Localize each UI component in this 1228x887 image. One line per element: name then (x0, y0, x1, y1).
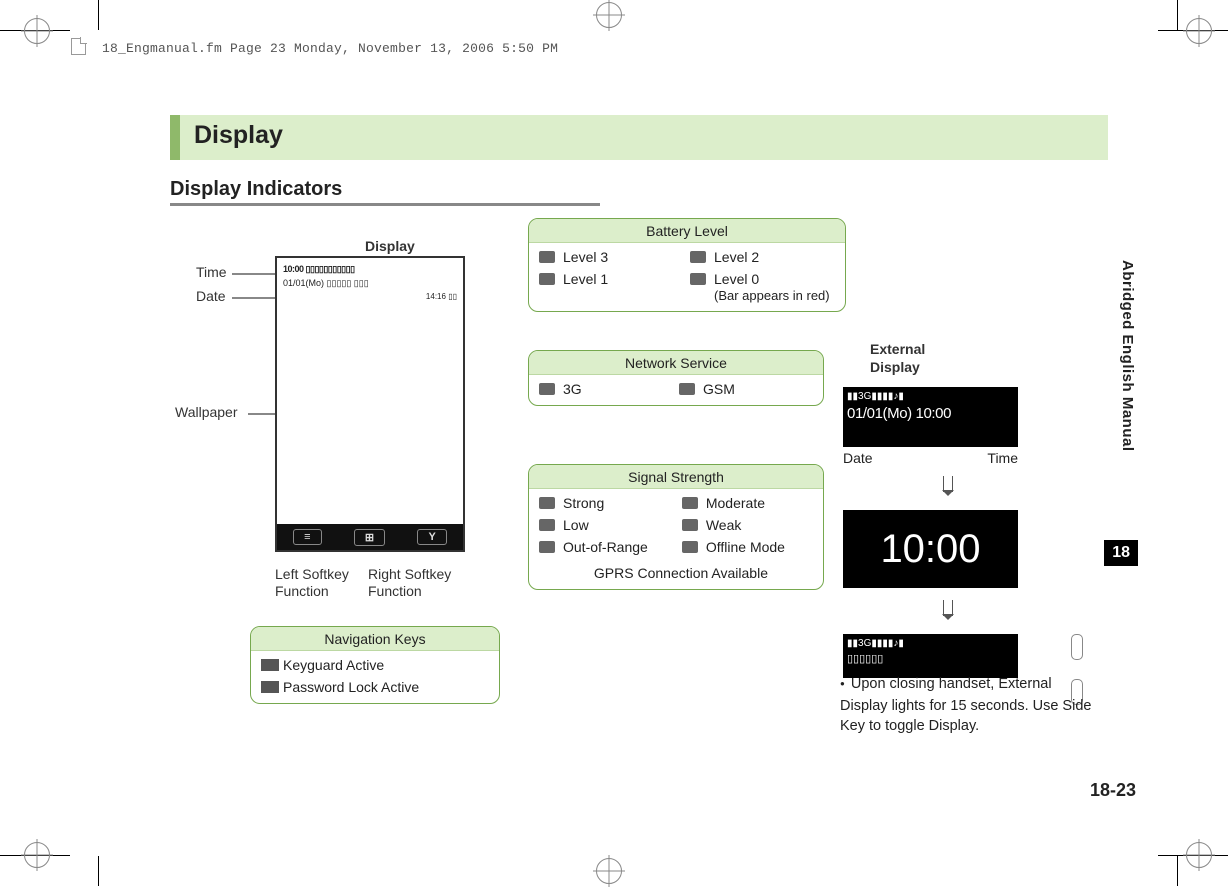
registration-mark-icon (1186, 18, 1212, 44)
crop-mark (98, 0, 99, 30)
left-softkey-icon: ≡ (293, 529, 321, 545)
center-softkey-icon: ⊞ (354, 529, 385, 546)
wallpaper-label: Wallpaper (175, 404, 238, 420)
ext-icons-row-2: ▯▯▯▯▯▯ (847, 652, 1014, 665)
registration-mark-icon (596, 2, 622, 28)
main-display-mock: 10:00 ▯▯▯▯▯▯▯▯▯▯▯ 01/01(Mo) ▯▯▯▯▯ ▯▯▯ 14… (275, 256, 465, 552)
battery-level-box: Battery Level Level 3 Level 2 Level 1 Le… (528, 218, 846, 312)
framemaker-header: 18_Engmanual.fm Page 23 Monday, November… (71, 38, 558, 56)
network-service-box: Network Service 3G GSM (528, 350, 824, 406)
section-title-bar: Display (170, 115, 1108, 160)
signal-weak-icon (682, 519, 698, 531)
battery-level0-note: (Bar appears in red) (714, 288, 830, 303)
signal-strength-box: Signal Strength Strong Moderate Low Weak… (528, 464, 824, 590)
ext-time-label: Time (987, 450, 1018, 466)
signal-offline-icon (682, 541, 698, 553)
down-arrow-icon (942, 600, 954, 626)
ext-icons-row: ▮▮3G▮▮▮▮♪▮ (847, 638, 1014, 649)
framemaker-header-text: 18_Engmanual.fm Page 23 Monday, November… (102, 41, 558, 56)
signal-moderate-icon (682, 497, 698, 509)
main-display-label: Display (365, 238, 415, 254)
page-number: 18-23 (1090, 780, 1136, 801)
battery-level0-label: Level 0 (714, 271, 759, 287)
signal-weak-label: Weak (706, 517, 813, 533)
section-title: Display (180, 115, 1108, 160)
status-icons-row: ▯▯ (448, 292, 457, 301)
title-accent (170, 115, 180, 160)
navigation-keys-box: Navigation Keys Keyguard Active Password… (250, 626, 500, 704)
signal-low-label: Low (563, 517, 676, 533)
left-softkey-label: Left Softkey Function (275, 566, 349, 600)
signal-out-of-range-label: Out-of-Range (563, 539, 676, 555)
crop-mark (1177, 856, 1178, 886)
3g-icon (539, 383, 555, 395)
right-softkey-label: Right Softkey Function (368, 566, 451, 600)
gprs-label: GPRS Connection Available (594, 565, 768, 581)
registration-mark-icon (24, 842, 50, 868)
gsm-label: GSM (703, 381, 813, 397)
right-softkey-icon: Y (417, 529, 446, 545)
navigation-keys-title: Navigation Keys (251, 627, 499, 651)
battery-level1-label: Level 1 (563, 271, 684, 287)
gsm-icon (679, 383, 695, 395)
side-tab-chapter: 18 (1104, 540, 1138, 566)
down-arrow-icon (942, 476, 954, 502)
softkey-bar: ≡ ⊞ Y (277, 524, 463, 550)
status-time: 10:00 (283, 264, 304, 274)
time-label: Time (196, 264, 227, 280)
battery-0-icon (690, 273, 706, 285)
network-service-title: Network Service (529, 351, 823, 375)
battery-1-icon (539, 273, 555, 285)
signal-low-icon (539, 519, 555, 531)
battery-level2-label: Level 2 (714, 249, 835, 265)
external-display-top: ▮▮3G▮▮▮▮♪▮ 01/01(Mo) 10:00 (843, 387, 1018, 447)
3g-label: 3G (563, 381, 673, 397)
signal-out-of-range-icon (539, 541, 555, 553)
crop-mark (1177, 0, 1178, 30)
signal-offline-label: Offline Mode (706, 539, 813, 555)
callout-line (232, 297, 276, 299)
registration-mark-icon (596, 858, 622, 884)
registration-mark-icon (1186, 842, 1212, 868)
crop-mark (98, 856, 99, 886)
external-display-bottom: ▮▮3G▮▮▮▮♪▮ ▯▯▯▯▯▯ (843, 634, 1018, 678)
status-icons-row: ▯▯▯▯▯ ▯▯▯ (327, 276, 369, 290)
subsection-rule (170, 203, 600, 206)
signal-strength-title: Signal Strength (529, 465, 823, 489)
status-mini-time: 14:16 (426, 292, 446, 301)
callout-line (248, 413, 276, 415)
password-lock-icon (261, 681, 279, 693)
ext-date-time: 01/01(Mo) 10:00 (847, 405, 1014, 422)
status-date: 01/01(Mo) (283, 278, 324, 288)
ext-icons-row: ▮▮3G▮▮▮▮♪▮ (847, 391, 1014, 402)
date-label: Date (196, 288, 226, 304)
battery-2-icon (690, 251, 706, 263)
battery-level3-label: Level 3 (563, 249, 684, 265)
keyguard-label: Keyguard Active (283, 657, 489, 673)
ext-date-label: Date (843, 450, 873, 466)
registration-mark-icon (24, 18, 50, 44)
external-display-big-time: 10:00 (843, 510, 1018, 588)
side-key-icon (1071, 634, 1083, 660)
signal-moderate-label: Moderate (706, 495, 813, 511)
battery-level-title: Battery Level (529, 219, 845, 243)
document-icon (71, 38, 86, 55)
signal-strong-label: Strong (563, 495, 676, 511)
password-lock-label: Password Lock Active (283, 679, 489, 695)
status-icons-row: ▯▯▯▯▯▯▯▯▯▯▯ (306, 262, 355, 276)
callout-line (232, 273, 276, 275)
battery-3-icon (539, 251, 555, 263)
side-tab-manual-title: Abridged English Manual (1119, 260, 1136, 452)
external-display-note: Upon closing handset, External Display l… (840, 674, 1100, 736)
keyguard-icon (261, 659, 279, 671)
signal-strong-icon (539, 497, 555, 509)
subsection-title: Display Indicators (170, 178, 1108, 201)
